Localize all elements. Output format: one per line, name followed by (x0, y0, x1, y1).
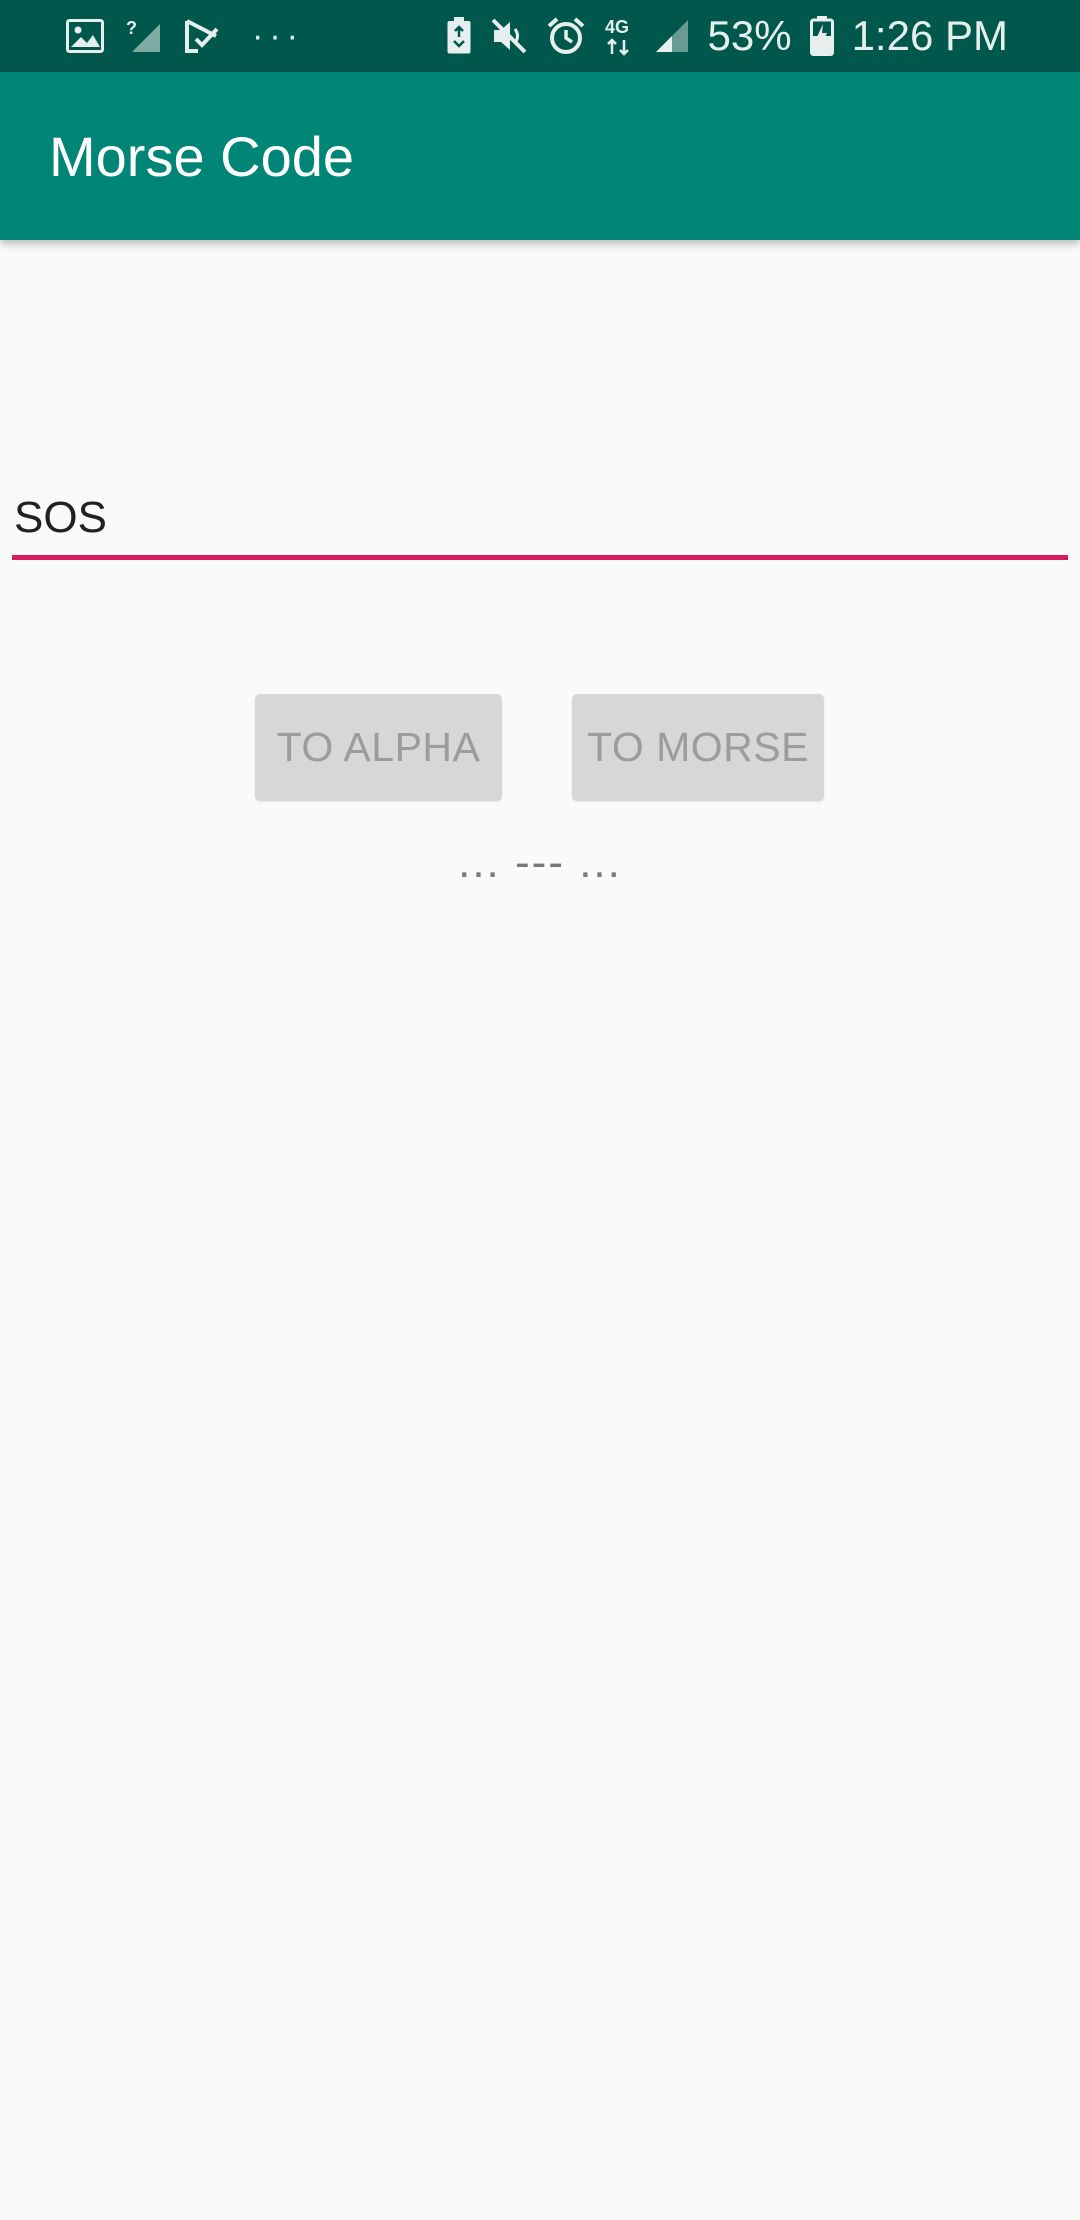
to-alpha-button[interactable]: TO ALPHA (255, 694, 502, 801)
status-bar: ? ··· 4G 53% 1:26 PM (0, 0, 1080, 72)
no-signal-icon: ? (126, 18, 162, 54)
to-morse-button[interactable]: TO MORSE (572, 694, 824, 801)
network-label: 4G (605, 17, 629, 37)
output-text: ... --- ... (458, 838, 622, 887)
battery-percent: 53% (707, 12, 792, 59)
image-icon (66, 19, 104, 53)
status-bar-left: ? ··· (66, 10, 304, 62)
signal-icon (654, 18, 690, 54)
battery-charging-icon (809, 16, 834, 56)
mute-icon (490, 17, 528, 55)
battery-saver-icon (446, 17, 472, 55)
more-notifications-indicator: ··· (252, 16, 304, 55)
text-input[interactable] (12, 480, 1068, 560)
text-input-container (12, 480, 1068, 564)
download-done-icon (184, 19, 220, 53)
status-bar-right: 4G 53% 1:26 PM (446, 10, 1008, 62)
svg-text:?: ? (126, 18, 137, 38)
clock-time: 1:26 PM (851, 12, 1008, 59)
app-title: Morse Code (49, 125, 355, 188)
alarm-icon (546, 16, 586, 56)
network-4g-icon: 4G (604, 16, 636, 56)
app-bar: Morse Code (0, 72, 1080, 240)
